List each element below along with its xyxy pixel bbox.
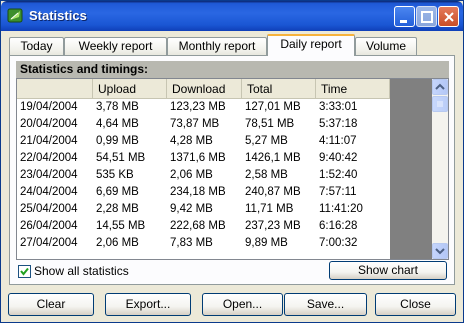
show-chart-button[interactable]: Show chart — [329, 261, 447, 280]
tab-weekly-report[interactable]: Weekly report — [64, 37, 167, 56]
tab-daily-report[interactable]: Daily report — [267, 34, 355, 56]
arrow-up-icon — [435, 83, 445, 90]
column-header-download[interactable]: Download — [167, 79, 242, 99]
table-row[interactable]: 22/04/2004 54,51 MB 1371,6 MB 1426,1 MB … — [17, 150, 390, 167]
column-header-date[interactable] — [17, 79, 93, 99]
table-row[interactable]: 25/04/2004 2,28 MB 9,42 MB 11,71 MB 11:4… — [17, 201, 390, 218]
statistics-list[interactable]: Upload Download Total Time 19/04/2004 3,… — [16, 78, 449, 260]
checkmark-icon — [20, 267, 29, 276]
close-button[interactable]: Close — [375, 293, 456, 316]
table-row[interactable]: 21/04/2004 0,99 MB 4,28 MB 5,27 MB 4:11:… — [17, 133, 390, 150]
table-row[interactable]: 23/04/2004 535 KB 2,06 MB 2,58 MB 1:52:4… — [17, 167, 390, 184]
scroll-thumb[interactable] — [432, 96, 448, 112]
minimize-icon — [400, 20, 407, 23]
vertical-scrollbar[interactable] — [432, 79, 448, 259]
column-header-upload[interactable]: Upload — [93, 79, 167, 99]
empty-list-area — [390, 79, 432, 259]
clear-button[interactable]: Clear — [8, 293, 94, 316]
close-window-button[interactable] — [438, 6, 459, 27]
table-row[interactable]: 20/04/2004 4,64 MB 73,87 MB 78,51 MB 5:3… — [17, 116, 390, 133]
scroll-down-button[interactable] — [432, 243, 448, 259]
show-all-checkbox[interactable] — [18, 265, 31, 278]
minimize-button[interactable] — [394, 6, 415, 27]
tab-monthly-report[interactable]: Monthly report — [167, 37, 267, 56]
table-row[interactable]: 24/04/2004 6,69 MB 234,18 MB 240,87 MB 7… — [17, 184, 390, 201]
grip-icon — [437, 101, 443, 107]
app-leaf-icon — [7, 8, 23, 23]
window-title: Statistics — [29, 8, 87, 23]
save-button[interactable]: Save... — [284, 293, 367, 316]
export-button[interactable]: Export... — [105, 293, 191, 316]
table-row[interactable]: 26/04/2004 14,55 MB 222,68 MB 237,23 MB … — [17, 218, 390, 235]
arrow-down-icon — [435, 248, 445, 255]
tab-today[interactable]: Today — [9, 37, 64, 56]
maximize-icon — [421, 11, 433, 23]
open-button[interactable]: Open... — [202, 293, 283, 316]
close-icon — [444, 12, 454, 22]
table-row[interactable]: 19/04/2004 3,78 MB 123,23 MB 127,01 MB 3… — [17, 99, 390, 116]
statistics-window: Statistics Today Weekly report Monthly r… — [0, 0, 464, 323]
show-all-label[interactable]: Show all statistics — [34, 264, 129, 278]
scroll-up-button[interactable] — [432, 79, 448, 95]
table-row[interactable]: 27/04/2004 2,06 MB 7,83 MB 9,89 MB 7:00:… — [17, 235, 390, 252]
title-bar[interactable]: Statistics — [1, 1, 463, 31]
tab-volume[interactable]: Volume — [355, 37, 417, 56]
group-title: Statistics and timings: — [16, 61, 449, 78]
daily-report-panel: Statistics and timings: Upload Download … — [9, 55, 455, 285]
maximize-button[interactable] — [416, 6, 437, 27]
column-header-time[interactable]: Time — [316, 79, 390, 99]
column-header-total[interactable]: Total — [242, 79, 316, 99]
